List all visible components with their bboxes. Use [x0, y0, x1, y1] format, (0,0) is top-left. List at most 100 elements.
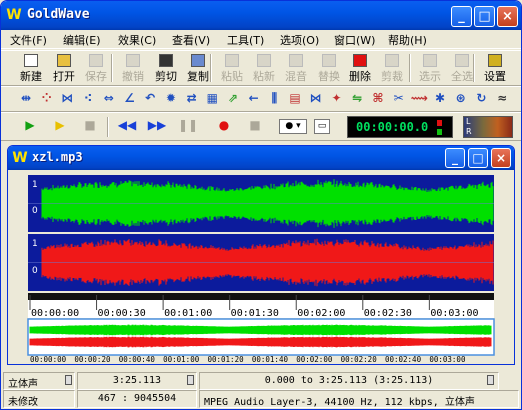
goldwave-doc-icon: W	[12, 150, 28, 166]
timeline-bar	[28, 293, 494, 300]
effect-icon-11[interactable]: ⇗	[224, 89, 242, 107]
effect-icon-3[interactable]: ⋈	[58, 89, 76, 107]
toolbar-trim-button[interactable]: 剪裁	[377, 52, 407, 84]
menu-window[interactable]: 窗口(W)	[334, 32, 375, 48]
close-button[interactable]: ×	[497, 6, 518, 27]
delete-icon	[353, 54, 367, 67]
effect-icon-19[interactable]: ✂	[390, 89, 408, 107]
toolbar-button-label: 复制	[187, 70, 209, 83]
channel-scale-label: 1	[32, 180, 38, 190]
channels-dropdown-icon[interactable]	[65, 375, 72, 385]
doc-minimize-button[interactable]: _	[445, 148, 465, 168]
menu-file[interactable]: 文件(F)	[10, 32, 47, 48]
maximize-button[interactable]: □	[474, 6, 495, 27]
window-toggle-icon[interactable]: ▭	[314, 119, 330, 134]
time-display: 00:00:00.0	[347, 116, 453, 138]
effect-icon-12[interactable]: ←	[245, 89, 263, 107]
toolbar-scissors-button[interactable]: 剪切	[151, 52, 181, 84]
position-status: 467 : 9045504	[77, 390, 197, 408]
effect-icon-5[interactable]: ⇔	[100, 89, 118, 107]
toolbar-button-label: 新建	[20, 70, 42, 83]
record-icon[interactable]: ●	[213, 116, 235, 134]
menu-tools[interactable]: 工具(T)	[227, 32, 264, 48]
toolbar-paste-button[interactable]: 粘贴	[217, 52, 247, 84]
stop-icon[interactable]: ■	[79, 116, 101, 134]
toolbar-replace-button[interactable]: 替换	[314, 52, 344, 84]
effect-icon-24[interactable]: ≈	[493, 89, 511, 107]
effect-icon-23[interactable]: ↻	[472, 89, 490, 107]
time-readout: 00:00:00.0	[356, 120, 429, 134]
timeline-tick-label: 00:01:00	[164, 308, 212, 319]
menu-help[interactable]: 帮助(H)	[388, 32, 427, 48]
transport-toolbar: ▶ ▶ ■ ◀◀ ▶▶ ❚❚ ● ■ ● ▾ ▭ 00:00:00.0 L R	[1, 112, 521, 141]
menu-edit[interactable]: 编辑(E)	[63, 32, 101, 48]
toolbar-mix-button[interactable]: 混音	[281, 52, 311, 84]
fast-forward-icon[interactable]: ▶▶	[146, 116, 168, 134]
toolbar-save-disk-button[interactable]: 保存	[81, 52, 111, 84]
document-title: xzl.mp3	[32, 150, 83, 164]
toolbar-paste-new-button[interactable]: 粘新	[249, 52, 279, 84]
selection-dropdown-icon[interactable]	[487, 375, 494, 385]
effect-icon-22[interactable]: ⊛	[452, 89, 470, 107]
effect-icon-20[interactable]: ⟿	[410, 89, 428, 107]
effects-toolbar: ⇹ ⁘ ⋈ ⁖ ⇔ ∠ ↶ ✹ ⇄ ▦ ⇗ ← ⫼ ▤ ⋈ ✦ ⇋ ⌘ ✂ ⟿ ✱ ⊛ ↻ ≈	[1, 86, 521, 112]
menu-view[interactable]: 查看(V)	[172, 32, 210, 48]
effect-icon-4[interactable]: ⁖	[79, 89, 97, 107]
menu-options[interactable]: 选项(O)	[280, 32, 319, 48]
doc-maximize-button[interactable]: □	[468, 148, 488, 168]
effect-icon-14[interactable]: ▤	[286, 89, 304, 107]
timeline-tick-label: 00:00:30	[98, 308, 146, 319]
overview-tick-label: 00:02:20	[341, 355, 378, 364]
selection-status: 0.000 to 3:25.113 (3:25.113)	[199, 372, 499, 390]
effect-icon-6[interactable]: ∠	[121, 89, 139, 107]
toolbar-settings-button[interactable]: 设置	[480, 52, 510, 84]
play-selection-icon[interactable]: ▶	[49, 116, 71, 134]
minimize-button[interactable]: _	[451, 6, 472, 27]
paste-new-icon	[257, 54, 271, 67]
play-icon[interactable]: ▶	[19, 116, 41, 134]
pause-icon[interactable]: ❚❚	[177, 116, 199, 134]
toolbar-open-folder-button[interactable]: 打开	[49, 52, 79, 84]
stop-record-icon[interactable]: ■	[244, 116, 266, 134]
effect-icon-2[interactable]: ⁘	[38, 89, 56, 107]
effect-icon-8[interactable]: ✹	[162, 89, 180, 107]
overview-tick-label: 00:00:20	[74, 355, 111, 364]
effect-icon-7[interactable]: ↶	[141, 89, 159, 107]
toolbar-undo-button[interactable]: 撤销	[118, 52, 148, 84]
effect-icon-1[interactable]: ⇹	[17, 89, 35, 107]
effect-icon-18[interactable]: ⌘	[369, 89, 387, 107]
toolbar-copy-button[interactable]: 复制	[183, 52, 213, 84]
toolbar-button-label: 替换	[318, 70, 340, 83]
overview-panel	[27, 318, 495, 356]
playback-mode-select[interactable]: ● ▾	[279, 119, 307, 134]
status-bar: 立体声 3:25.113 0.000 to 3:25.113 (3:25.113…	[1, 370, 521, 409]
menu-effects[interactable]: 效果(C)	[118, 32, 156, 48]
effect-icon-21[interactable]: ✱	[431, 89, 449, 107]
toolbar-new-document-button[interactable]: 新建	[16, 52, 46, 84]
effect-icon-16[interactable]: ✦	[328, 89, 346, 107]
timeline-tick-label: 00:03:00	[430, 308, 478, 319]
main-window: W GoldWave _ □ × 文件(F) 编辑(E) 效果(C) 查看(V)…	[0, 0, 522, 410]
scissors-icon	[159, 54, 173, 67]
modified-status: 未修改	[3, 390, 75, 408]
new-document-icon	[24, 54, 38, 67]
toolbar-button-label: 剪切	[155, 70, 177, 83]
level-meter: L R	[463, 116, 513, 138]
effect-icon-9[interactable]: ⇄	[183, 89, 201, 107]
length-dropdown-icon[interactable]	[187, 375, 194, 385]
menu-bar: 文件(F) 编辑(E) 效果(C) 查看(V) 工具(T) 选项(O) 窗口(W…	[1, 30, 521, 49]
title-bar[interactable]: W GoldWave _ □ ×	[1, 1, 521, 30]
document-title-bar[interactable]: W xzl.mp3 _ □ ×	[8, 146, 514, 170]
rewind-icon[interactable]: ◀◀	[116, 116, 138, 134]
goldwave-logo-icon: W	[6, 7, 22, 23]
effect-icon-10[interactable]: ▦	[203, 89, 221, 107]
main-toolbar: 新建 打开 保存 撤销 剪切 复制 粘贴 粘新 混音 替换 删除 剪裁 选示 全选 设置	[1, 50, 521, 86]
toolbar-button-label: 删除	[349, 70, 371, 83]
effect-icon-15[interactable]: ⋈	[307, 89, 325, 107]
waveform-area[interactable]: 1 0 1 0 00:00:00 00:00:30 00:01:00 00:01:30 00:0…	[8, 170, 514, 365]
doc-close-button[interactable]: ×	[491, 148, 511, 168]
effect-icon-13[interactable]: ⫼	[265, 89, 283, 107]
toolbar-delete-button[interactable]: 删除	[345, 52, 375, 84]
toolbar-show-selection-button[interactable]: 选示	[415, 52, 445, 84]
effect-icon-17[interactable]: ⇋	[348, 89, 366, 107]
